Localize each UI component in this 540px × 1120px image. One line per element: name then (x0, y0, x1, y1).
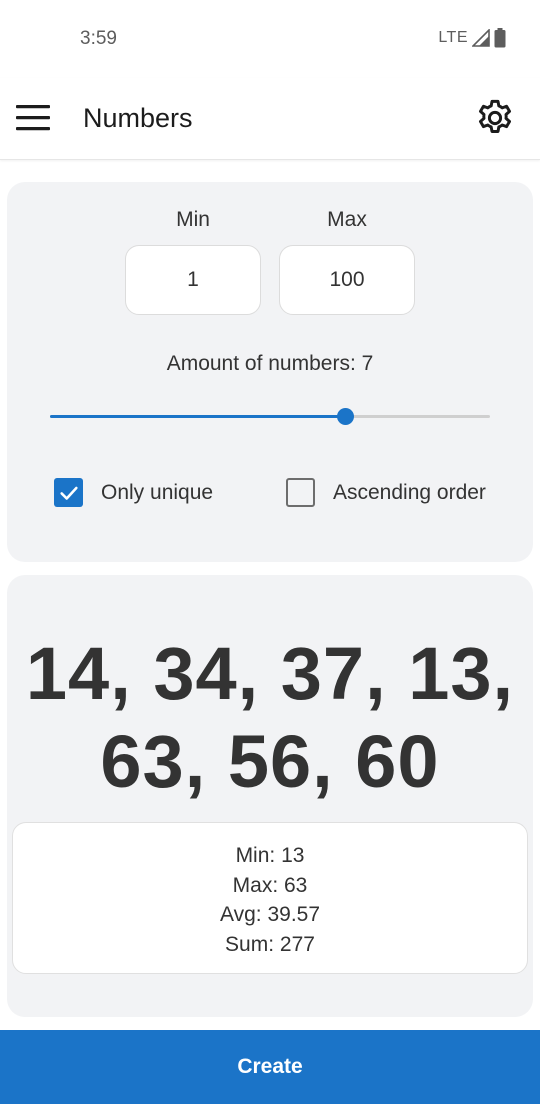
only-unique-option[interactable]: Only unique (54, 478, 213, 507)
check-icon (59, 486, 78, 500)
navigation-bar (0, 1104, 540, 1120)
status-bar: 3:59 LTE (0, 0, 540, 78)
slider-thumb[interactable] (336, 408, 354, 425)
stat-sum: Sum: 277 (225, 932, 315, 956)
status-time: 3:59 (80, 28, 117, 49)
stat-min: Min: 13 (235, 844, 305, 867)
signal-icon (472, 29, 490, 47)
page-title: Numbers (83, 103, 193, 133)
result-card: 14, 34, 37, 13, 63, 56, 60 Min: 13 Max: … (7, 575, 533, 1017)
ascending-order-checkbox[interactable] (286, 478, 315, 507)
create-button[interactable]: Create (0, 1030, 540, 1104)
result-numbers: 14, 34, 37, 13, 63, 56, 60 (17, 630, 523, 806)
only-unique-checkbox[interactable] (54, 478, 83, 507)
max-input[interactable]: 100 (279, 245, 415, 315)
settings-card: Min 1 Max 100 Amount of numbers: 7 Only … (7, 182, 533, 562)
menu-icon[interactable] (14, 100, 54, 136)
min-input[interactable]: 1 (125, 245, 261, 315)
battery-icon (494, 28, 506, 48)
gear-icon[interactable] (474, 97, 516, 139)
slider-fill (50, 415, 345, 418)
stat-max: Max: 63 (232, 873, 308, 897)
amount-slider[interactable] (50, 408, 490, 425)
app-bar: Numbers (0, 78, 540, 160)
ascending-order-option[interactable]: Ascending order (286, 478, 486, 507)
stat-avg: Avg: 39.57 (219, 903, 321, 926)
min-label: Min (176, 208, 210, 231)
amount-label: Amount of numbers: 7 (166, 352, 374, 375)
only-unique-label: Only unique (101, 480, 214, 504)
ascending-order-label: Ascending order (333, 480, 486, 504)
result-numbers-line: 14, 34, 37, 13, (25, 632, 515, 715)
network-type: LTE (438, 29, 468, 46)
stats-box: Min: 13 Max: 63 Avg: 39.57 Sum: 277 (12, 822, 528, 974)
max-label: Max (327, 208, 367, 231)
status-icons: LTE (438, 28, 506, 48)
result-numbers-line: 63, 56, 60 (100, 720, 440, 803)
